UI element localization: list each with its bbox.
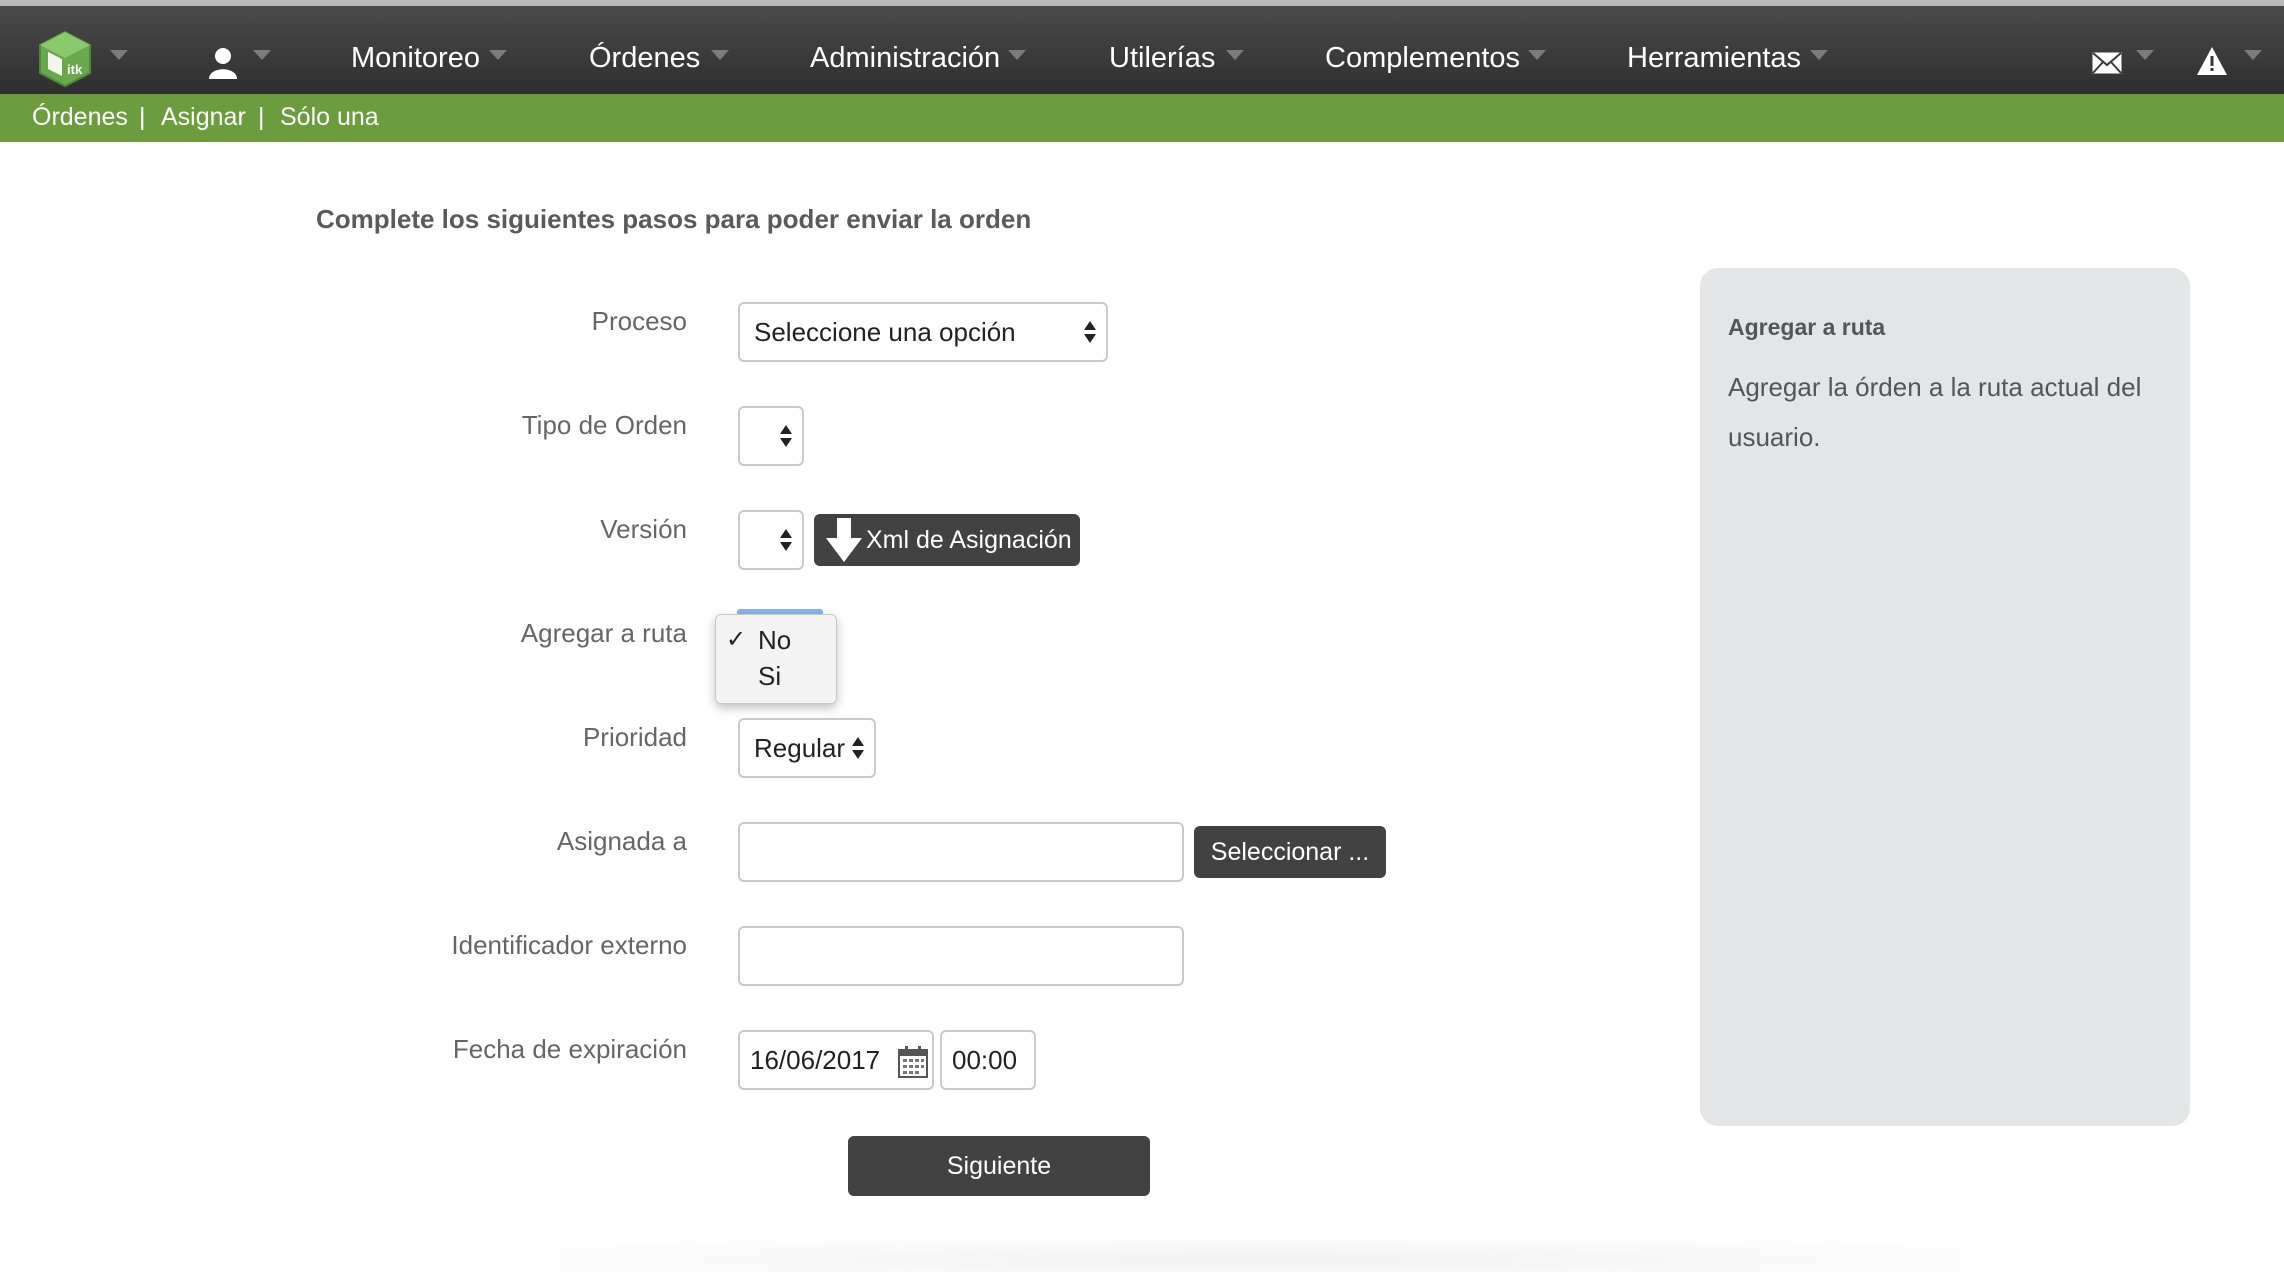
help-panel: Agregar a ruta Agregar la órden a la rut… (1700, 268, 2190, 1126)
select-arrows-icon (780, 529, 792, 551)
user-menu-caret-icon[interactable] (253, 50, 271, 60)
nav-complementos[interactable]: Complementos (1325, 42, 1520, 75)
check-icon: ✓ (726, 626, 747, 653)
option-si[interactable]: Si (758, 661, 781, 692)
proceso-select[interactable]: Seleccione una opción (738, 302, 1108, 362)
nav-utilerias-caret-icon[interactable] (1226, 50, 1244, 60)
agregar-ruta-dropdown[interactable]: ✓ No Si (715, 614, 837, 704)
fecha-date-input[interactable]: 16/06/2017 (738, 1030, 934, 1090)
proceso-label: Proceso (591, 306, 687, 336)
breadcrumb-asignar[interactable]: Asignar (161, 103, 246, 132)
warning-icon[interactable] (2196, 46, 2228, 76)
calendar-icon[interactable] (898, 1046, 928, 1078)
prioridad-label: Prioridad (582, 722, 687, 752)
breadcrumb: Órdenes | Asignar | Sólo una (0, 94, 2284, 142)
nav-monitoreo[interactable]: Monitoreo (351, 42, 480, 75)
siguiente-button[interactable]: Siguiente (848, 1136, 1150, 1196)
version-label: Versión (600, 514, 687, 544)
fecha-label: Fecha de expiración (452, 1034, 687, 1064)
agregar-ruta-label: Agregar a ruta (520, 618, 687, 648)
nav-administracion[interactable]: Administración (810, 42, 1000, 75)
tipo-orden-select[interactable] (738, 406, 804, 466)
svg-text:itk: itk (67, 62, 83, 77)
breadcrumb-separator: | (258, 103, 265, 131)
select-arrows-icon (852, 737, 864, 759)
nav-herramientas[interactable]: Herramientas (1627, 42, 1801, 75)
top-navigation-bar: itk Monitoreo Órdenes Administración Uti… (0, 0, 2284, 94)
xml-asignacion-label: Xml de Asignación (866, 525, 1072, 554)
help-text: Agregar la órden a la ruta actual del us… (1728, 372, 2142, 452)
nav-utilerias[interactable]: Utilerías (1109, 42, 1215, 75)
user-icon[interactable] (208, 46, 238, 80)
prioridad-select-value: Regular (754, 732, 846, 763)
nav-ordenes-caret-icon[interactable] (711, 50, 729, 60)
logo-menu-caret-icon[interactable] (110, 50, 128, 60)
app-logo-icon[interactable]: itk (38, 30, 92, 88)
asignada-input[interactable] (738, 822, 1184, 882)
breadcrumb-solo-una: Sólo una (280, 103, 379, 131)
prioridad-select[interactable]: Regular (738, 718, 876, 778)
nav-herramientas-caret-icon[interactable] (1810, 50, 1828, 60)
help-title: Agregar a ruta (1728, 314, 1886, 340)
nav-ordenes[interactable]: Órdenes (589, 42, 700, 75)
select-arrows-icon (780, 425, 792, 447)
breadcrumb-separator: | (139, 103, 146, 131)
page-title: Complete los siguientes pasos para poder… (316, 204, 1032, 234)
mail-menu-caret-icon[interactable] (2136, 50, 2154, 60)
nav-administracion-caret-icon[interactable] (1008, 50, 1026, 60)
footer-shadow (560, 1240, 1960, 1272)
mail-icon[interactable] (2092, 52, 2122, 74)
nav-complementos-caret-icon[interactable] (1528, 50, 1546, 60)
fecha-date-value: 16/06/2017 (750, 1044, 881, 1075)
select-arrows-icon (1084, 321, 1096, 343)
identificador-label: Identificador externo (451, 930, 687, 960)
asignada-label: Asignada a (556, 826, 687, 856)
tipo-orden-label: Tipo de Orden (521, 410, 687, 440)
proceso-select-value: Seleccione una opción (754, 316, 1016, 347)
download-arrow-icon (826, 518, 862, 562)
seleccionar-button[interactable]: Seleccionar ... (1194, 826, 1386, 878)
identificador-input[interactable] (738, 926, 1184, 986)
option-no[interactable]: No (758, 625, 791, 656)
xml-asignacion-button[interactable]: Xml de Asignación (814, 514, 1080, 566)
fecha-time-input[interactable]: 00:00 (940, 1030, 1036, 1090)
fecha-time-value: 00:00 (952, 1044, 1018, 1075)
alerts-menu-caret-icon[interactable] (2244, 50, 2262, 60)
version-select[interactable] (738, 510, 804, 570)
breadcrumb-ordenes[interactable]: Órdenes (32, 103, 128, 132)
nav-monitoreo-caret-icon[interactable] (489, 50, 507, 60)
